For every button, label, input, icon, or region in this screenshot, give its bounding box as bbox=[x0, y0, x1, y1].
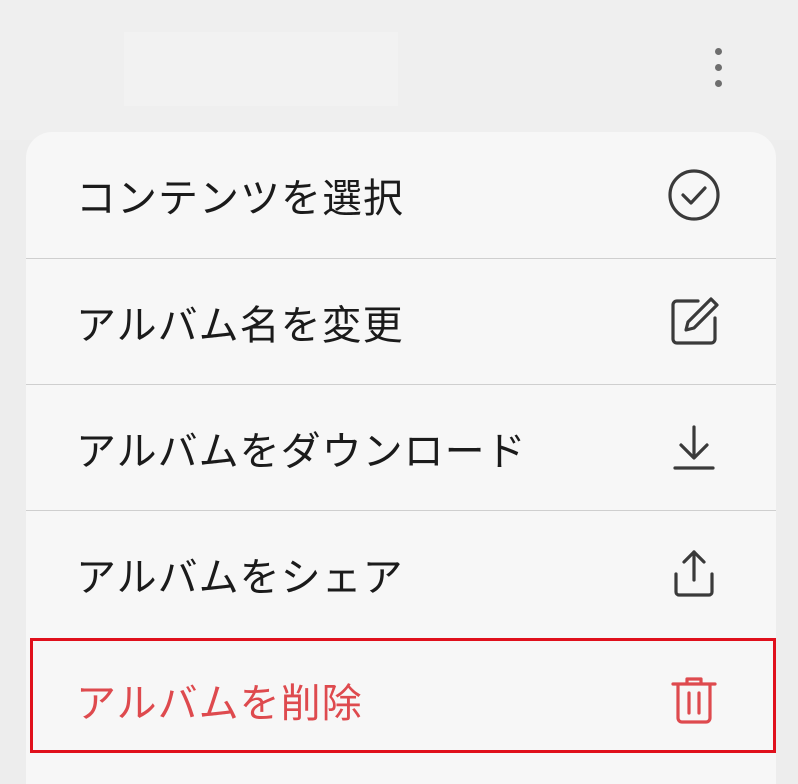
menu-item-share-album[interactable]: アルバムをシェア bbox=[26, 511, 776, 637]
trash-icon bbox=[666, 672, 722, 728]
menu-item-label: アルバムをシェア bbox=[76, 555, 404, 601]
menu-item-label: コンテンツを選択 bbox=[76, 176, 404, 222]
menu-item-label: アルバムを削除 bbox=[76, 681, 363, 727]
more-options-button[interactable] bbox=[698, 38, 738, 96]
menu-item-select-content[interactable]: コンテンツを選択 bbox=[26, 132, 776, 258]
more-vertical-icon bbox=[714, 47, 722, 55]
menu-item-rename-album[interactable]: アルバム名を変更 bbox=[26, 259, 776, 385]
download-icon bbox=[666, 420, 722, 476]
album-context-menu: コンテンツを選択 アルバム名を変更 アルバムをダウンロード アルバムをシェア ア… bbox=[26, 132, 776, 784]
menu-item-label: アルバムをダウンロード bbox=[76, 429, 527, 475]
menu-item-delete-album[interactable]: アルバムを削除 bbox=[26, 637, 776, 763]
menu-item-download-album[interactable]: アルバムをダウンロード bbox=[26, 385, 776, 511]
album-title-area bbox=[124, 32, 398, 106]
check-circle-icon bbox=[666, 167, 722, 223]
edit-square-icon bbox=[666, 294, 722, 350]
menu-item-label: アルバム名を変更 bbox=[76, 303, 404, 349]
share-icon bbox=[666, 546, 722, 602]
top-bar bbox=[0, 0, 798, 140]
more-vertical-icon bbox=[714, 63, 722, 71]
more-vertical-icon bbox=[714, 79, 722, 87]
